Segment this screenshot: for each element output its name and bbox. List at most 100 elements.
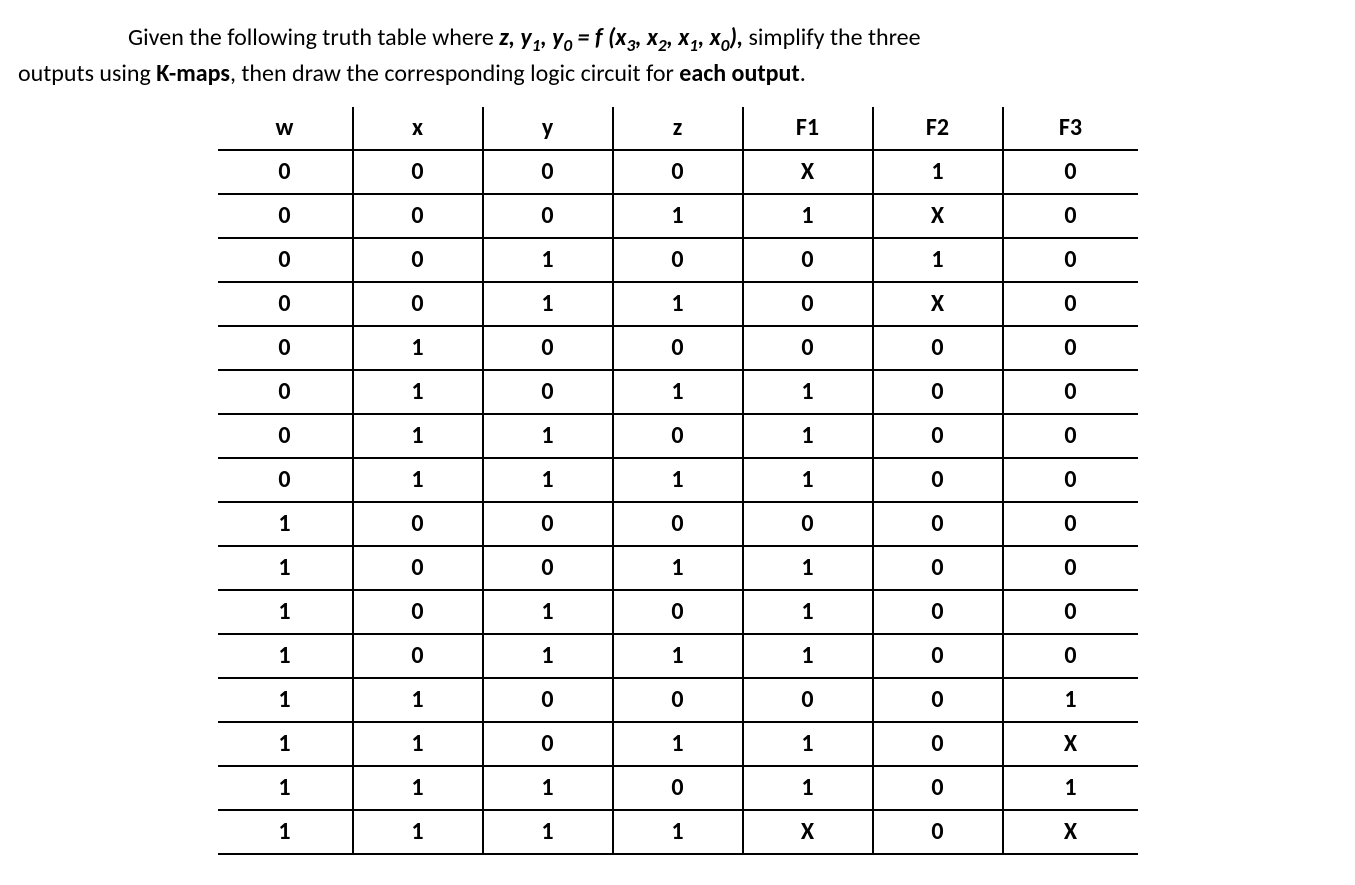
table-cell: 1: [483, 414, 613, 458]
table-cell: 0: [613, 326, 743, 370]
table-cell: 0: [218, 370, 353, 414]
table-cell: 0: [873, 766, 1003, 810]
table-cell: 1: [743, 370, 873, 414]
table-row: 1000000: [218, 502, 1138, 546]
table-cell: 0: [353, 194, 483, 238]
table-cell: 0: [218, 326, 353, 370]
table-cell: 0: [613, 238, 743, 282]
table-cell: 1: [218, 546, 353, 590]
table-cell: 1: [613, 370, 743, 414]
table-row: 0110100: [218, 414, 1138, 458]
sub-3: 3: [626, 35, 635, 56]
table-cell: 0: [483, 722, 613, 766]
expr-c1: , x: [635, 23, 658, 52]
table-cell: 1: [218, 502, 353, 546]
text-simplify: simplify the three: [743, 23, 920, 52]
table-cell: 0: [218, 458, 353, 502]
table-row: 0111100: [218, 458, 1138, 502]
text-outputs: outputs using: [18, 59, 156, 88]
table-cell: 0: [1003, 458, 1138, 502]
expr-c2: , x: [667, 23, 690, 52]
table-cell: 0: [873, 722, 1003, 766]
table-cell: 1: [743, 414, 873, 458]
table-cell: 0: [743, 238, 873, 282]
table-row: 0010010: [218, 238, 1138, 282]
table-row: 1011100: [218, 634, 1138, 678]
table-cell: 1: [743, 766, 873, 810]
table-cell: 0: [873, 810, 1003, 854]
table-cell: 1: [353, 458, 483, 502]
table-cell: 1: [218, 766, 353, 810]
table-cell: 1: [218, 722, 353, 766]
table-cell: 0: [1003, 502, 1138, 546]
table-cell: 0: [1003, 590, 1138, 634]
table-row: 1100001: [218, 678, 1138, 722]
table-cell: 1: [613, 458, 743, 502]
table-cell: 1: [873, 150, 1003, 194]
table-cell: 1: [743, 194, 873, 238]
table-cell: 1: [483, 282, 613, 326]
table-cell: 0: [873, 678, 1003, 722]
table-row: 1001100: [218, 546, 1138, 590]
table-cell: 0: [613, 590, 743, 634]
table-cell: X: [1003, 722, 1138, 766]
table-cell: 0: [1003, 194, 1138, 238]
table-row: 1110101: [218, 766, 1138, 810]
table-cell: 0: [873, 502, 1003, 546]
table-row: 110110X: [218, 722, 1138, 766]
table-cell: 0: [218, 150, 353, 194]
table-cell: 1: [1003, 678, 1138, 722]
table-cell: 1: [218, 810, 353, 854]
col-header-f3: F3: [1003, 107, 1138, 150]
table-row: 00011X0: [218, 194, 1138, 238]
table-cell: 0: [353, 634, 483, 678]
table-cell: 1: [613, 282, 743, 326]
table-cell: 1: [218, 678, 353, 722]
table-cell: 1: [743, 634, 873, 678]
text-each-output: each output: [679, 59, 799, 88]
table-cell: 1: [873, 238, 1003, 282]
col-header-f2: F2: [873, 107, 1003, 150]
table-row: 1010100: [218, 590, 1138, 634]
expr-y1: , y: [540, 23, 563, 52]
table-cell: 0: [873, 634, 1003, 678]
table-cell: 0: [483, 194, 613, 238]
col-header-f1: F1: [743, 107, 873, 150]
table-cell: 0: [353, 282, 483, 326]
text-given: Given the following truth table where: [128, 23, 499, 52]
table-row: 00110X0: [218, 282, 1138, 326]
table-cell: 1: [743, 722, 873, 766]
table-cell: 0: [353, 238, 483, 282]
expr-c3: , x: [698, 23, 721, 52]
table-cell: 1: [218, 634, 353, 678]
table-cell: 0: [613, 766, 743, 810]
expr-close: ),: [729, 23, 743, 52]
text-kmaps: K-maps: [156, 59, 230, 88]
table-cell: 1: [353, 722, 483, 766]
col-header-z: z: [613, 107, 743, 150]
table-cell: 1: [483, 810, 613, 854]
table-cell: 0: [353, 502, 483, 546]
table-cell: 0: [1003, 150, 1138, 194]
table-row: 1111X0X: [218, 810, 1138, 854]
table-cell: 0: [873, 546, 1003, 590]
table-cell: 0: [873, 326, 1003, 370]
table-cell: 1: [613, 634, 743, 678]
table-cell: 1: [743, 590, 873, 634]
table-cell: 0: [613, 414, 743, 458]
table-cell: 1: [613, 546, 743, 590]
table-cell: X: [743, 150, 873, 194]
table-cell: X: [873, 282, 1003, 326]
table-cell: 0: [1003, 370, 1138, 414]
table-cell: 0: [353, 150, 483, 194]
table-cell: 1: [613, 810, 743, 854]
table-cell: 0: [743, 326, 873, 370]
table-cell: 1: [353, 810, 483, 854]
table-cell: X: [1003, 810, 1138, 854]
sub-2: 2: [658, 35, 667, 56]
table-cell: 0: [613, 678, 743, 722]
table-cell: 1: [1003, 766, 1138, 810]
table-row: 0000X10: [218, 150, 1138, 194]
table-cell: 1: [743, 546, 873, 590]
table-cell: 0: [483, 678, 613, 722]
